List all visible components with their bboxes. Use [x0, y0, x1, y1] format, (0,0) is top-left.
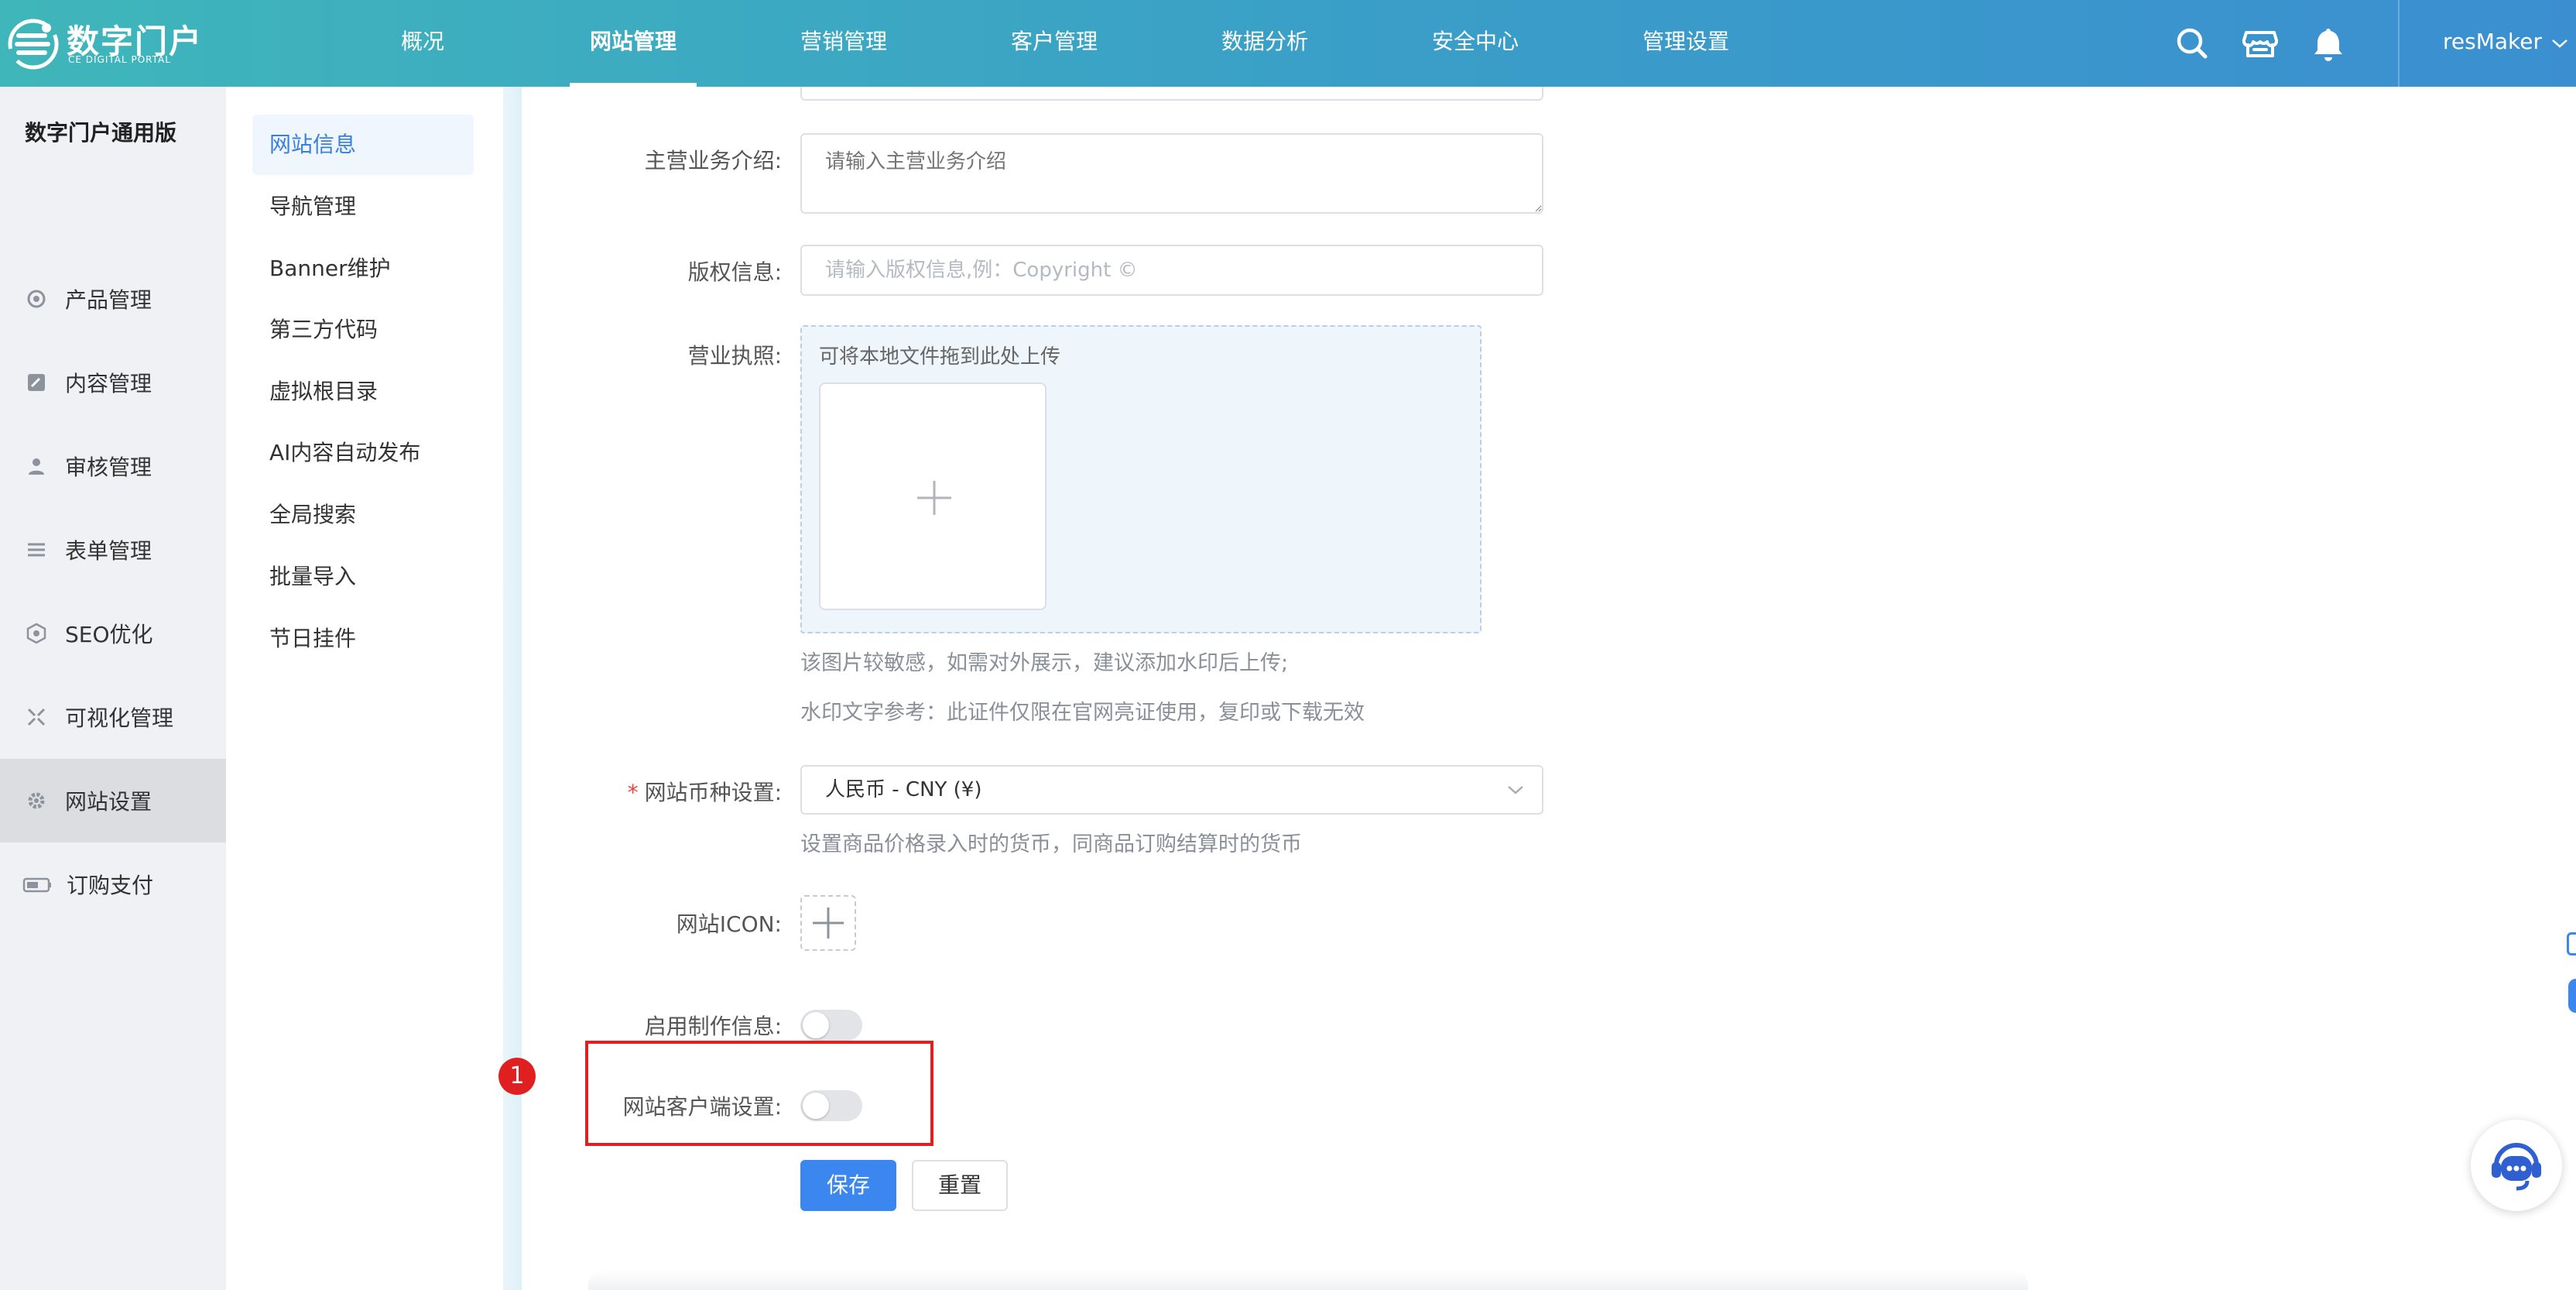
nav-overview[interactable]: 概况: [317, 0, 528, 87]
footer-shadow: [588, 1270, 2028, 1290]
user-menu[interactable]: resMaker: [2443, 0, 2568, 87]
submenu-item-holiday-widget[interactable]: 节日挂件: [252, 609, 474, 669]
plus-icon: [917, 481, 951, 515]
reset-button[interactable]: 重置: [912, 1160, 1008, 1211]
save-button[interactable]: 保存: [800, 1160, 896, 1211]
main-nav: 概况 网站管理 营销管理 客户管理 数据分析 安全中心 管理设置: [317, 0, 1791, 87]
payment-icon: [22, 877, 51, 893]
sidebar-item-label: 订购支付: [67, 873, 154, 898]
submenu-item-third-party-code[interactable]: 第三方代码: [252, 300, 474, 360]
search-icon[interactable]: [2172, 23, 2212, 63]
currency-hint: 设置商品价格录入时的货币，同商品订购结算时的货币: [800, 832, 1302, 856]
business-intro-label: 主营业务介绍:: [644, 148, 782, 173]
copyright-label: 版权信息:: [687, 259, 782, 285]
sub-menu: 网站信息 导航管理 Banner维护 第三方代码 虚拟根目录 AI内容自动发布 …: [226, 87, 503, 1290]
nav-security[interactable]: 安全中心: [1370, 0, 1581, 87]
submenu-item-site-info[interactable]: 网站信息: [252, 115, 474, 175]
logo-mark-icon: [8, 19, 59, 70]
currency-select[interactable]: 人民币 - CNY (¥): [800, 765, 1543, 815]
sidebar-item-label: 表单管理: [65, 538, 152, 564]
currency-select-value: 人民币 - CNY (¥): [825, 778, 982, 801]
client-setting-label: 网站客户端设置:: [622, 1094, 782, 1120]
content-icon: [28, 374, 45, 391]
form-icon: [28, 543, 45, 557]
currency-label: * 网站币种设置:: [628, 776, 782, 807]
visual-icon: [27, 708, 46, 726]
previous-field-input[interactable]: [800, 87, 1543, 101]
top-navbar: 数字门户 CE DIGITAL PORTAL 概况 网站管理 营销管理 客户管理…: [0, 0, 2576, 87]
license-upload-box[interactable]: [819, 383, 1046, 610]
license-label: 营业执照:: [687, 343, 782, 369]
chevron-down-icon: [1508, 786, 1523, 794]
nav-website-management[interactable]: 网站管理: [528, 0, 738, 87]
sidebar-item-forms[interactable]: 表单管理: [0, 508, 226, 592]
submenu-item-global-search[interactable]: 全局搜索: [252, 485, 474, 545]
brand-logo[interactable]: 数字门户 CE DIGITAL PORTAL: [8, 14, 201, 73]
sidebar-title: 数字门户通用版: [25, 120, 177, 146]
nav-customers[interactable]: 客户管理: [949, 0, 1160, 87]
header-divider: [2398, 0, 2400, 87]
review-icon: [29, 458, 44, 475]
sidebar-item-content[interactable]: 内容管理: [0, 341, 226, 424]
submenu-item-navigation[interactable]: 导航管理: [252, 177, 474, 237]
sidebar-item-review[interactable]: 审核管理: [0, 424, 226, 508]
content-separator: [503, 87, 522, 1290]
nav-admin-settings[interactable]: 管理设置: [1581, 0, 1791, 87]
product-icon: [27, 290, 46, 308]
currency-label-text: 网站币种设置:: [644, 780, 782, 805]
license-drop-zone[interactable]: 可将本地文件拖到此处上传: [800, 325, 1482, 633]
sidebar-item-visual[interactable]: 可视化管理: [0, 675, 226, 759]
nav-marketing[interactable]: 营销管理: [738, 0, 949, 87]
sidebar-item-label: 网站设置: [65, 789, 152, 815]
site-icon-upload[interactable]: [800, 895, 856, 951]
user-name: resMaker: [2443, 29, 2542, 54]
side-tool-icon[interactable]: [2567, 932, 2576, 955]
license-note-1: 该图片较敏感，如需对外展示，建议添加水印后上传;: [800, 651, 1289, 675]
submenu-item-banner[interactable]: Banner维护: [252, 238, 474, 299]
sidebar: 数字门户通用版 产品管理 内容管理 审核管理 表单管理 SEO优化 可视化管理 …: [0, 87, 226, 1290]
brand-subtitle: CE DIGITAL PORTAL: [68, 54, 171, 65]
sidebar-item-payment[interactable]: 订购支付: [0, 842, 226, 926]
required-mark: *: [627, 780, 639, 805]
side-float-icon[interactable]: [2568, 979, 2576, 1013]
submenu-item-virtual-root[interactable]: 虚拟根目录: [252, 362, 474, 422]
nav-analytics[interactable]: 数据分析: [1160, 0, 1370, 87]
producer-info-toggle[interactable]: [800, 1010, 862, 1041]
sidebar-item-seo[interactable]: SEO优化: [0, 592, 226, 675]
site-icon-label: 网站ICON:: [676, 911, 782, 937]
sidebar-item-label: SEO优化: [65, 622, 153, 647]
sidebar-item-label: 内容管理: [65, 371, 152, 396]
sidebar-item-website-settings[interactable]: 网站设置: [0, 759, 226, 842]
sidebar-item-label: 产品管理: [65, 287, 152, 313]
license-drop-hint: 可将本地文件拖到此处上传: [819, 345, 1061, 369]
chevron-down-icon: [2551, 0, 2568, 84]
annotation-badge: 1: [498, 1058, 536, 1095]
license-note-2: 水印文字参考：此证件仅限在官网亮证使用，复印或下载无效: [800, 701, 1365, 725]
seo-icon: [26, 623, 46, 644]
producer-info-label: 启用制作信息:: [644, 1014, 782, 1039]
business-intro-textarea[interactable]: [800, 133, 1543, 214]
sidebar-item-products[interactable]: 产品管理: [0, 257, 226, 341]
bell-icon[interactable]: [2308, 23, 2348, 63]
submenu-item-ai-publish[interactable]: AI内容自动发布: [252, 423, 474, 483]
client-setting-toggle[interactable]: [800, 1090, 862, 1121]
sidebar-item-label: 审核管理: [65, 455, 152, 480]
copyright-input[interactable]: 请输入版权信息,例：Copyright ©: [800, 245, 1543, 296]
settings-icon: [28, 792, 45, 809]
customer-service-icon: [2492, 1143, 2541, 1191]
sidebar-item-label: 可视化管理: [65, 705, 174, 731]
store-icon[interactable]: [2240, 23, 2280, 63]
submenu-item-batch-import[interactable]: 批量导入: [252, 547, 474, 607]
customer-service-button[interactable]: [2471, 1120, 2562, 1211]
plus-icon: [813, 907, 844, 938]
